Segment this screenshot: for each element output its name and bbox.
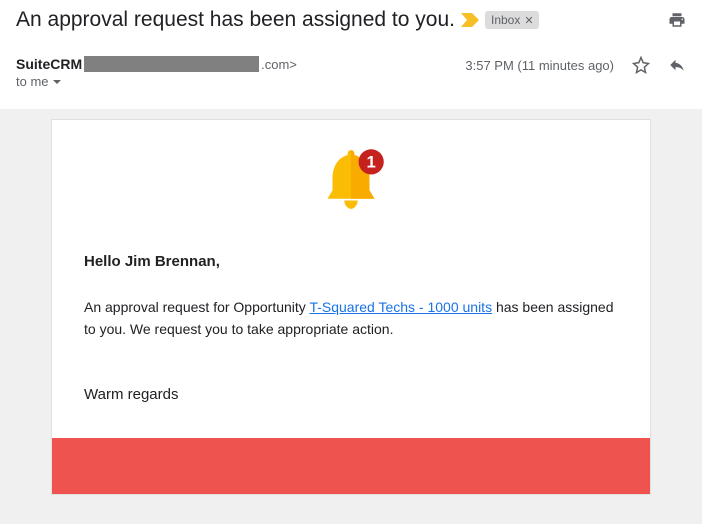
inbox-label-chip[interactable]: Inbox ✕ bbox=[485, 11, 539, 29]
to-text: to me bbox=[16, 74, 49, 89]
remove-label-icon[interactable]: ✕ bbox=[524, 14, 533, 27]
email-body-area: 1 Hello Jim Brennan, An approval request… bbox=[0, 109, 702, 524]
redacted-email bbox=[84, 56, 259, 72]
bell-notification-icon: 1 bbox=[309, 140, 393, 224]
email-subject: An approval request has been assigned to… bbox=[16, 8, 455, 32]
body-pre-text: An approval request for Opportunity bbox=[84, 299, 309, 315]
print-icon[interactable] bbox=[668, 11, 686, 29]
chevron-down-icon bbox=[53, 80, 61, 84]
star-icon[interactable] bbox=[632, 56, 650, 74]
recipient-dropdown[interactable]: to me bbox=[16, 74, 297, 89]
body-paragraph: An approval request for Opportunity T-Sq… bbox=[84, 297, 618, 340]
reply-icon[interactable] bbox=[668, 56, 686, 74]
subject-row: An approval request has been assigned to… bbox=[16, 8, 686, 32]
sender-row: SuiteCRM .com> to me 3:57 PM (11 minutes… bbox=[16, 56, 686, 89]
opportunity-link[interactable]: T-Squared Techs - 1000 units bbox=[309, 299, 492, 315]
greeting-text: Hello Jim Brennan, bbox=[84, 250, 618, 273]
sender-name: SuiteCRM bbox=[16, 56, 82, 72]
regards-text: Warm regards bbox=[84, 383, 618, 406]
label-text: Inbox bbox=[491, 13, 520, 27]
importance-marker-icon[interactable] bbox=[461, 13, 479, 27]
email-footer-bar bbox=[52, 438, 650, 494]
sender-domain-suffix: .com> bbox=[261, 57, 297, 72]
badge-count: 1 bbox=[366, 153, 375, 172]
email-card: 1 Hello Jim Brennan, An approval request… bbox=[51, 119, 651, 495]
timestamp: 3:57 PM (11 minutes ago) bbox=[465, 58, 614, 73]
